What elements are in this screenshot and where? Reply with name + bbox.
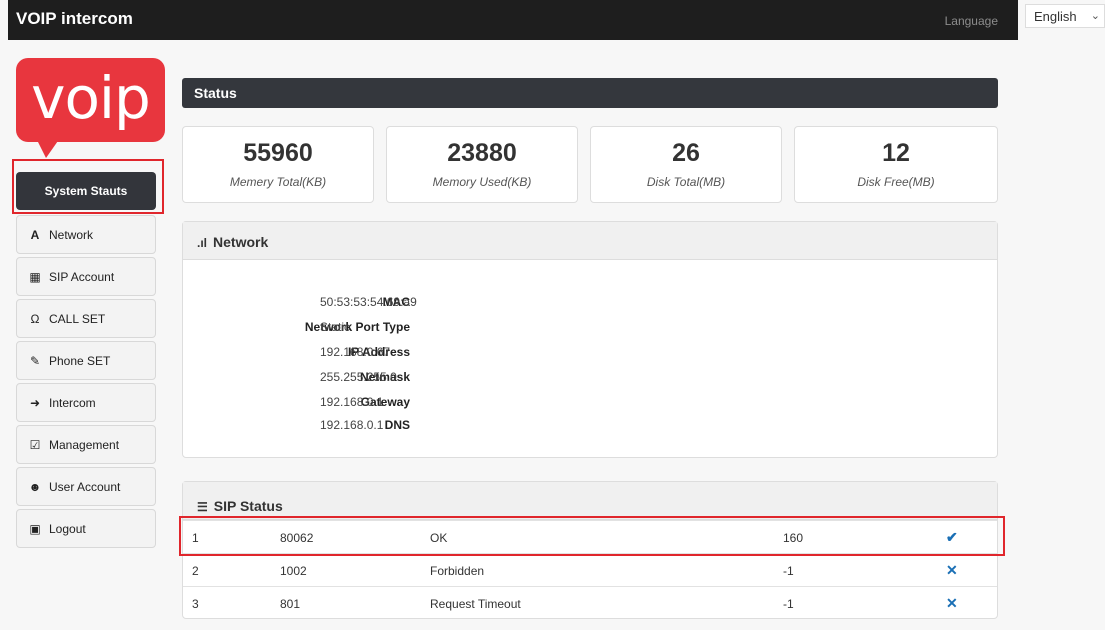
sip-status: Forbidden xyxy=(430,564,485,578)
sip-code: -1 xyxy=(783,564,794,578)
stat-value: 23880 xyxy=(447,139,517,167)
chevron-down-icon: ⌄ xyxy=(1090,10,1100,22)
stat-value: 55960 xyxy=(243,139,313,167)
edit-icon: ☑ xyxy=(29,437,41,452)
top-navbar: VOIP intercom Language xyxy=(8,0,1018,40)
sip-status-title: SIP Status xyxy=(213,498,283,514)
cross-icon: ✕ xyxy=(946,562,958,578)
sip-index: 3 xyxy=(192,597,199,611)
sip-status-header: ☰ SIP Status xyxy=(183,482,997,520)
stat-label: Disk Free(MB) xyxy=(857,175,935,189)
highlight-box-sip-row xyxy=(179,516,1005,556)
stat-disk-free: 12 Disk Free(MB) xyxy=(794,126,998,203)
sidebar-item-call-set[interactable]: Ω CALL SET xyxy=(16,299,156,338)
language-select[interactable]: English ⌄ xyxy=(1025,4,1105,28)
network-value: 50:53:53:54:69:a9 xyxy=(320,295,417,309)
book-icon: ▦ xyxy=(29,269,41,284)
list-icon: ☰ xyxy=(197,500,208,514)
logo-speech-tail xyxy=(36,138,60,158)
sip-code: -1 xyxy=(783,597,794,611)
cross-icon: ✕ xyxy=(946,595,958,611)
sidebar-item-label: Logout xyxy=(49,521,86,536)
sidebar-item-label: SIP Account xyxy=(49,269,115,284)
sip-status: Request Timeout xyxy=(430,597,521,611)
language-label: Language xyxy=(944,14,998,28)
network-value: 192.168.0.67 xyxy=(320,345,391,359)
stat-value: 12 xyxy=(882,139,910,167)
sip-account: 801 xyxy=(280,597,301,611)
sidebar-item-network[interactable]: A Network xyxy=(16,215,156,254)
network-panel: .ıl Network MAC 50:53:53:54:69:a9 Network… xyxy=(182,221,998,458)
highlight-box-system-status xyxy=(12,159,164,214)
stat-value: 26 xyxy=(672,139,700,167)
sidebar-item-label: Phone SET xyxy=(49,353,111,368)
language-select-value: English xyxy=(1034,9,1077,24)
stat-disk-total: 26 Disk Total(MB) xyxy=(590,126,782,203)
user-icon: ☻ xyxy=(28,479,42,494)
sidebar-item-label: User Account xyxy=(49,479,121,494)
sidebar-item-management[interactable]: ☑ Management xyxy=(16,425,156,464)
signal-icon: .ıl xyxy=(197,236,208,250)
network-value: 192.168.0.1 xyxy=(320,395,384,409)
sidebar-item-label: Network xyxy=(49,227,94,242)
status-header: Status xyxy=(182,78,998,108)
stat-label: Disk Total(MB) xyxy=(646,175,726,189)
table-row[interactable]: 3 801 Request Timeout -1 ✕ xyxy=(183,586,997,619)
stat-label: Memery Total(KB) xyxy=(229,175,327,189)
voip-logo: voip xyxy=(16,58,165,142)
network-value: Static xyxy=(320,320,351,334)
table-row[interactable]: 2 1002 Forbidden -1 ✕ xyxy=(183,553,997,586)
sip-account: 1002 xyxy=(280,564,307,578)
app-title[interactable]: VOIP intercom xyxy=(16,9,133,29)
network-panel-header: .ıl Network xyxy=(183,222,997,260)
road-icon: A xyxy=(30,227,40,242)
sidebar-item-label: Management xyxy=(49,437,120,452)
network-value: 192.168.0.1 xyxy=(320,418,384,432)
network-key: DNS xyxy=(384,418,410,432)
headphones-icon: Ω xyxy=(30,311,40,326)
login-icon: ➜ xyxy=(29,395,41,410)
network-panel-title: Network xyxy=(213,234,269,250)
sidebar-item-logout[interactable]: ▣ Logout xyxy=(16,509,156,548)
sidebar-item-label: Intercom xyxy=(49,395,96,410)
sidebar-item-user-account[interactable]: ☻ User Account xyxy=(16,467,156,506)
sidebar-item-intercom[interactable]: ➜ Intercom xyxy=(16,383,156,422)
lock-icon: ▣ xyxy=(29,521,41,536)
stat-memory-used: 23880 Memory Used(KB) xyxy=(386,126,578,203)
sidebar-item-phone-set[interactable]: ✎ Phone SET xyxy=(16,341,156,380)
sidebar-item-label: CALL SET xyxy=(49,311,106,326)
network-value: 255.255.255.0 xyxy=(320,370,397,384)
stat-label: Memory Used(KB) xyxy=(432,175,532,189)
stat-memory-total: 55960 Memery Total(KB) xyxy=(182,126,374,203)
sip-index: 2 xyxy=(192,564,199,578)
pencil-icon: ✎ xyxy=(29,353,41,368)
logo-text: voip xyxy=(31,64,151,132)
sidebar-item-sip-account[interactable]: ▦ SIP Account xyxy=(16,257,156,296)
